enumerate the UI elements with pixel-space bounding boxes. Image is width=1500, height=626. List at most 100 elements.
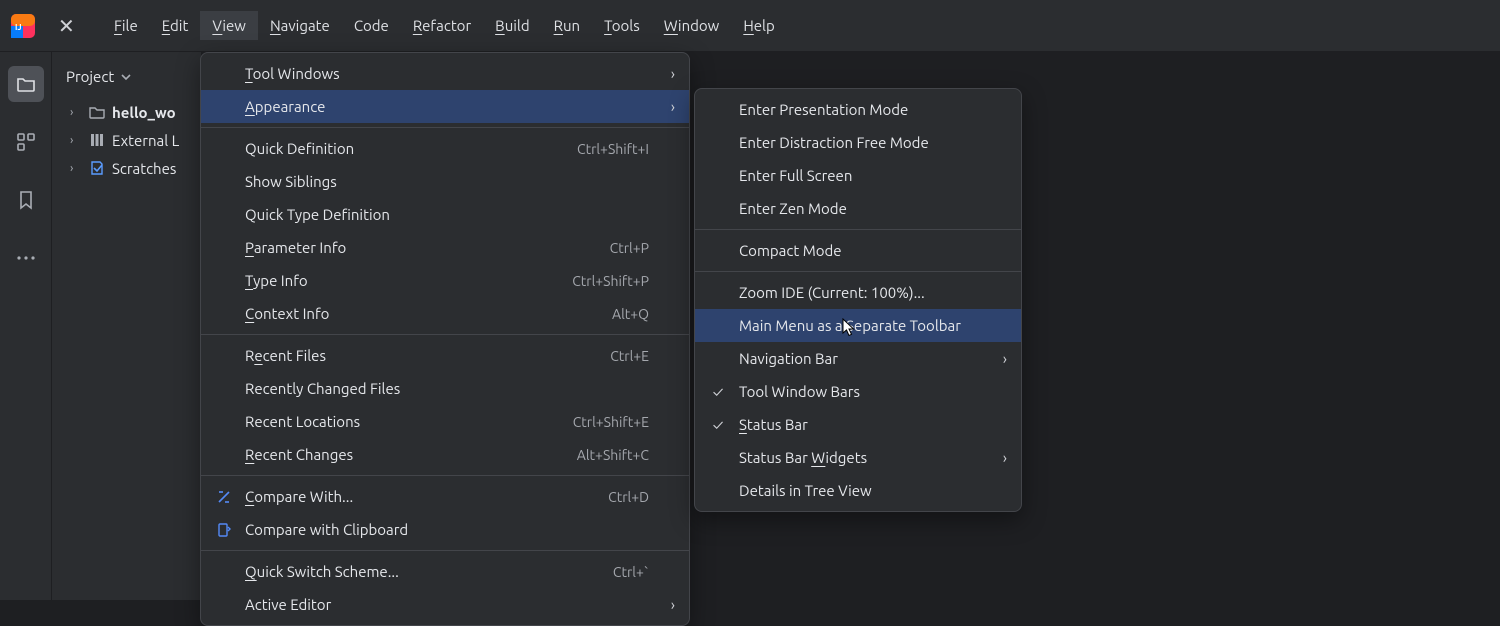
menu-item[interactable]: Recent FilesCtrl+E bbox=[201, 339, 689, 372]
menu-item-label: Parameter Info bbox=[245, 239, 598, 256]
menu-item[interactable]: Main Menu as a Separate Toolbar bbox=[695, 309, 1021, 342]
menu-item-label: Type Info bbox=[245, 272, 560, 289]
tree-item-label: Scratches bbox=[112, 160, 176, 177]
menu-refactor[interactable]: Refactor bbox=[401, 11, 483, 40]
menu-item[interactable]: Compact Mode bbox=[695, 234, 1021, 267]
titlebar: IJ ✕ FileEditViewNavigateCodeRefactorBui… bbox=[0, 0, 1500, 52]
project-panel: Project › hello_wo › External L › Scratches bbox=[52, 52, 202, 600]
menu-item-label: Compare With... bbox=[245, 488, 596, 505]
menu-item-label: Details in Tree View bbox=[739, 482, 981, 499]
close-icon[interactable]: ✕ bbox=[58, 14, 78, 38]
menu-item[interactable]: ✓ Tool Window Bars bbox=[695, 375, 1021, 408]
menu-item-label: Recently Changed Files bbox=[245, 380, 649, 397]
shortcut-label: Ctrl+Shift+P bbox=[572, 273, 649, 289]
appearance-submenu: Enter Presentation Mode Enter Distraction… bbox=[694, 88, 1022, 512]
menu-item[interactable]: Navigation Bar› bbox=[695, 342, 1021, 375]
menu-item[interactable]: Details in Tree View bbox=[695, 474, 1021, 507]
more-tool-icon[interactable] bbox=[8, 240, 44, 276]
menu-file[interactable]: File bbox=[102, 11, 150, 40]
menu-item[interactable]: Status Bar Widgets› bbox=[695, 441, 1021, 474]
menu-item[interactable]: Enter Distraction Free Mode bbox=[695, 126, 1021, 159]
project-tool-icon[interactable] bbox=[8, 66, 44, 102]
menu-item-label: Tool Window Bars bbox=[739, 383, 981, 400]
menu-item-label: Compare with Clipboard bbox=[245, 521, 649, 538]
menu-item[interactable]: ✓ Status Bar bbox=[695, 408, 1021, 441]
menu-edit[interactable]: Edit bbox=[150, 11, 201, 40]
chevron-right-icon: › bbox=[661, 98, 675, 115]
menu-item[interactable]: Active Editor › bbox=[201, 588, 689, 621]
menu-item[interactable]: Context InfoAlt+Q bbox=[201, 297, 689, 330]
left-rail bbox=[0, 52, 52, 600]
menu-item-label: Navigation Bar bbox=[739, 350, 981, 367]
menu-item[interactable]: Compare with Clipboard bbox=[201, 513, 689, 546]
menu-item[interactable]: Quick Type Definition bbox=[201, 198, 689, 231]
menu-item-label: Zoom IDE (Current: 100%)... bbox=[739, 284, 981, 301]
menu-item[interactable]: Enter Zen Mode bbox=[695, 192, 1021, 225]
scratch-icon bbox=[88, 159, 106, 177]
main-menu: FileEditViewNavigateCodeRefactorBuildRun… bbox=[102, 11, 787, 40]
menu-item-label: Enter Distraction Free Mode bbox=[739, 134, 981, 151]
check-icon: ✓ bbox=[709, 383, 727, 400]
menu-item-label: Show Siblings bbox=[245, 173, 649, 190]
folder-icon bbox=[88, 103, 106, 121]
menu-item[interactable]: Enter Presentation Mode bbox=[695, 93, 1021, 126]
menu-code[interactable]: Code bbox=[342, 11, 401, 40]
menu-item-label: Recent Changes bbox=[245, 446, 565, 463]
menu-item[interactable]: Show Siblings bbox=[201, 165, 689, 198]
chevron-right-icon: › bbox=[70, 134, 82, 147]
menu-item[interactable]: Tool Windows › bbox=[201, 57, 689, 90]
menu-build[interactable]: Build bbox=[483, 11, 541, 40]
menu-item[interactable]: Zoom IDE (Current: 100%)... bbox=[695, 276, 1021, 309]
menu-help[interactable]: Help bbox=[731, 11, 786, 40]
menu-item-label: Enter Zen Mode bbox=[739, 200, 981, 217]
menu-navigate[interactable]: Navigate bbox=[258, 11, 342, 40]
tree-item[interactable]: › hello_wo bbox=[52, 99, 201, 127]
menu-item[interactable]: Recently Changed Files bbox=[201, 372, 689, 405]
menu-item[interactable]: Appearance › bbox=[201, 90, 689, 123]
menu-view[interactable]: View bbox=[200, 11, 258, 40]
menu-item-label: Compact Mode bbox=[739, 242, 981, 259]
menu-item-label: Recent Files bbox=[245, 347, 598, 364]
menu-item-label: Appearance bbox=[245, 98, 649, 115]
tree-item-label: hello_wo bbox=[112, 104, 176, 121]
menu-item[interactable]: Compare With...Ctrl+D bbox=[201, 480, 689, 513]
view-menu: Tool Windows › Appearance › Quick Definition… bbox=[200, 52, 690, 626]
check-icon: ✓ bbox=[709, 416, 727, 433]
shortcut-label: Alt+Q bbox=[612, 306, 649, 322]
menu-item-label: Enter Presentation Mode bbox=[739, 101, 981, 118]
bookmarks-tool-icon[interactable] bbox=[8, 182, 44, 218]
menu-item[interactable]: Recent Locations Ctrl+Shift+E bbox=[201, 405, 689, 438]
chevron-right-icon: › bbox=[661, 65, 675, 82]
project-panel-header[interactable]: Project bbox=[52, 64, 201, 99]
menu-item-label: Recent Locations bbox=[245, 413, 561, 430]
menu-item-label: Quick Definition bbox=[245, 140, 565, 157]
tree-item[interactable]: › External L bbox=[52, 127, 201, 155]
menu-item-label: Tool Windows bbox=[245, 65, 649, 82]
menu-item[interactable]: Parameter Info Ctrl+P bbox=[201, 231, 689, 264]
structure-tool-icon[interactable] bbox=[8, 124, 44, 160]
tree-item-label: External L bbox=[112, 132, 179, 149]
tree-item[interactable]: › Scratches bbox=[52, 155, 201, 183]
chevron-right-icon: › bbox=[70, 162, 82, 175]
clipdiff-icon bbox=[215, 522, 233, 538]
project-tree: › hello_wo › External L › Scratches bbox=[52, 99, 201, 183]
chevron-right-icon: › bbox=[661, 596, 675, 613]
shortcut-label: Ctrl+` bbox=[613, 564, 649, 580]
menu-tools[interactable]: Tools bbox=[592, 11, 652, 40]
menu-item-label: Main Menu as a Separate Toolbar bbox=[739, 317, 981, 334]
menu-item-label: Active Editor bbox=[245, 596, 649, 613]
chevron-down-icon bbox=[120, 71, 132, 83]
shortcut-label: Ctrl+P bbox=[610, 240, 649, 256]
menu-item[interactable]: Recent ChangesAlt+Shift+C bbox=[201, 438, 689, 471]
menu-item-label: Status Bar bbox=[739, 416, 981, 433]
menu-item[interactable]: Quick Switch Scheme...Ctrl+` bbox=[201, 555, 689, 588]
menu-window[interactable]: Window bbox=[652, 11, 732, 40]
app-icon: IJ bbox=[10, 13, 36, 39]
chevron-right-icon: › bbox=[70, 106, 82, 119]
menu-item[interactable]: Type Info Ctrl+Shift+P bbox=[201, 264, 689, 297]
lib-icon bbox=[88, 131, 106, 149]
menu-item[interactable]: Quick DefinitionCtrl+Shift+I bbox=[201, 132, 689, 165]
shortcut-label: Ctrl+Shift+E bbox=[573, 414, 649, 430]
menu-run[interactable]: Run bbox=[542, 11, 593, 40]
menu-item[interactable]: Enter Full Screen bbox=[695, 159, 1021, 192]
